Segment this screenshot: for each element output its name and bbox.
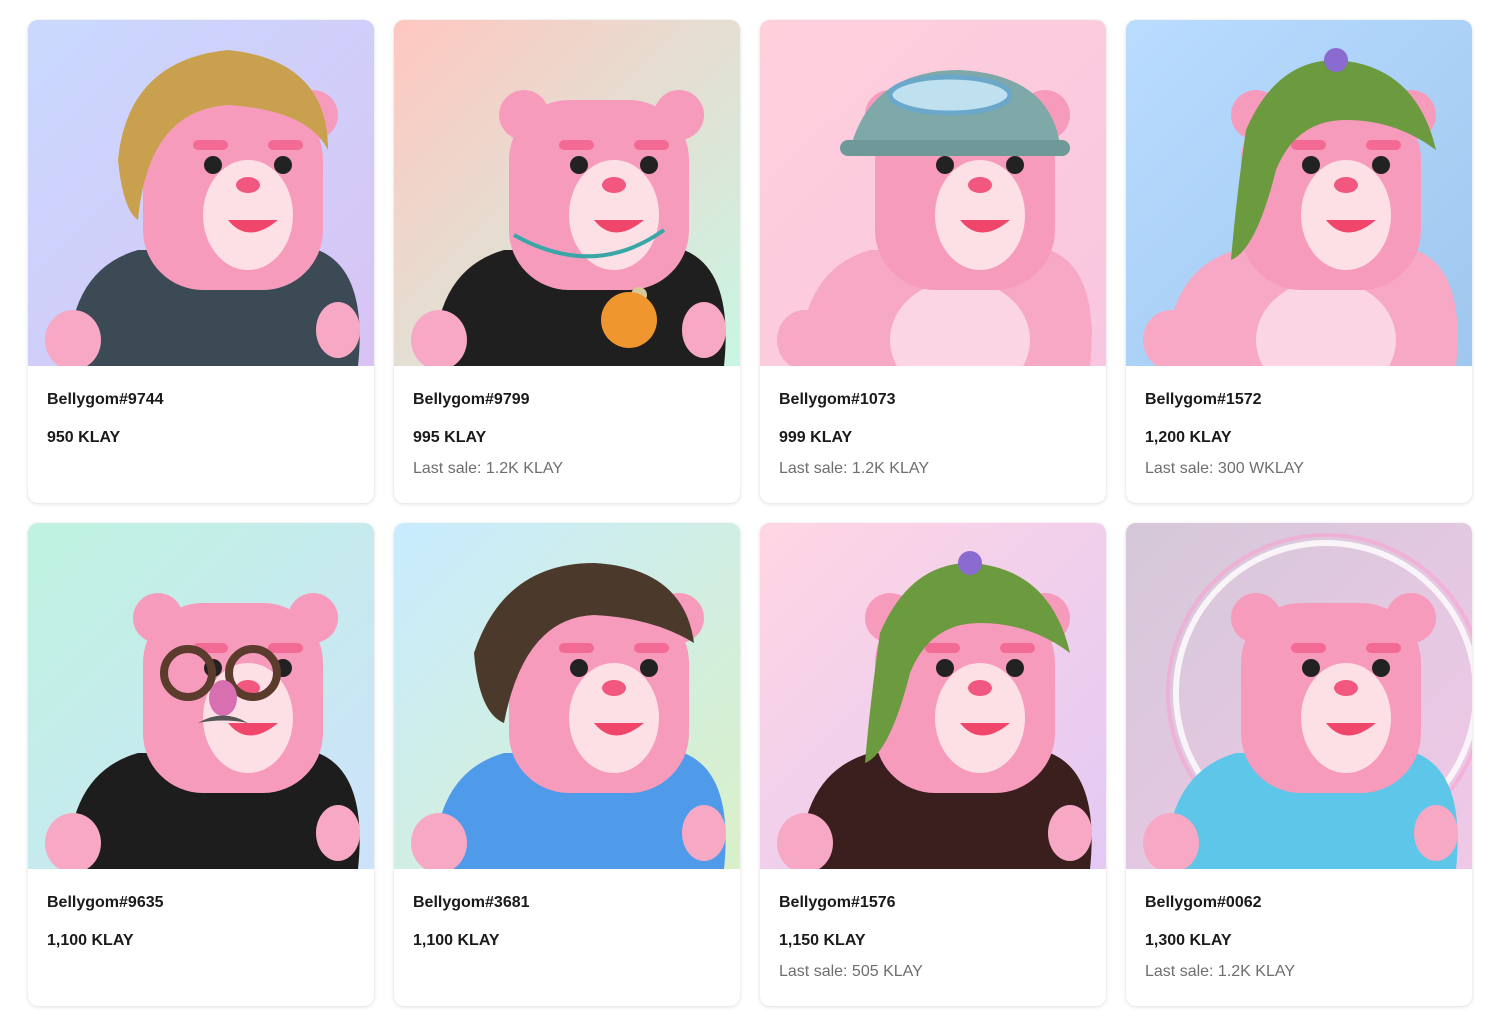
nft-name: Bellygom#9635 bbox=[47, 894, 164, 911]
bear-artwork bbox=[760, 523, 1106, 869]
nft-image bbox=[28, 20, 374, 366]
card-info: Bellygom#0062 1,300 KLAY Last sale: 1.2K… bbox=[1126, 869, 1472, 982]
nft-price: 999 KLAY bbox=[779, 429, 853, 446]
nft-image bbox=[394, 523, 740, 869]
nft-image bbox=[1126, 20, 1472, 366]
nft-card[interactable]: Bellygom#0062 1,300 KLAY Last sale: 1.2K… bbox=[1126, 523, 1472, 1006]
card-info: Bellygom#9744 950 KLAY bbox=[28, 366, 374, 479]
nft-card[interactable]: Bellygom#1576 1,150 KLAY Last sale: 505 … bbox=[760, 523, 1106, 1006]
card-info: Bellygom#1073 999 KLAY Last sale: 1.2K K… bbox=[760, 366, 1106, 479]
nft-card[interactable]: Bellygom#9744 950 KLAY bbox=[28, 20, 374, 503]
nft-card[interactable]: Bellygom#9635 1,100 KLAY bbox=[28, 523, 374, 1006]
nft-card[interactable]: Bellygom#9799 995 KLAY Last sale: 1.2K K… bbox=[394, 20, 740, 503]
nft-name: Bellygom#9744 bbox=[47, 391, 164, 408]
nft-name: Bellygom#9799 bbox=[413, 391, 530, 408]
nft-image bbox=[28, 523, 374, 869]
last-sale: Last sale: 1.2K KLAY bbox=[1145, 963, 1296, 980]
nft-image bbox=[760, 523, 1106, 869]
card-info: Bellygom#9635 1,100 KLAY bbox=[28, 869, 374, 982]
nft-card[interactable]: Bellygom#3681 1,100 KLAY bbox=[394, 523, 740, 1006]
bear-artwork bbox=[394, 523, 740, 869]
nft-name: Bellygom#3681 bbox=[413, 894, 530, 911]
last-sale: Last sale: 1.2K KLAY bbox=[413, 460, 564, 477]
last-sale: Last sale: 1.2K KLAY bbox=[779, 460, 930, 477]
nft-image bbox=[1126, 523, 1472, 869]
nft-grid: Bellygom#9744 950 KLAY Bellygom#9799 995… bbox=[28, 20, 1472, 1006]
nft-price: 995 KLAY bbox=[413, 429, 487, 446]
nft-card[interactable]: Bellygom#1572 1,200 KLAY Last sale: 300 … bbox=[1126, 20, 1472, 503]
nft-image bbox=[760, 20, 1106, 366]
nft-price: 1,150 KLAY bbox=[779, 932, 866, 949]
nft-name: Bellygom#0062 bbox=[1145, 894, 1262, 911]
nft-image bbox=[394, 20, 740, 366]
last-sale: Last sale: 300 WKLAY bbox=[1145, 460, 1304, 477]
nft-name: Bellygom#1572 bbox=[1145, 391, 1262, 408]
bear-artwork bbox=[1126, 20, 1472, 366]
nft-price: 1,300 KLAY bbox=[1145, 932, 1232, 949]
bear-artwork bbox=[28, 20, 374, 366]
nft-name: Bellygom#1576 bbox=[779, 894, 896, 911]
nft-price: 1,100 KLAY bbox=[47, 932, 134, 949]
nft-card[interactable]: Bellygom#1073 999 KLAY Last sale: 1.2K K… bbox=[760, 20, 1106, 503]
nft-price: 950 KLAY bbox=[47, 429, 121, 446]
nft-price: 1,100 KLAY bbox=[413, 932, 500, 949]
bear-artwork bbox=[394, 20, 740, 366]
bear-artwork bbox=[1126, 523, 1472, 869]
card-info: Bellygom#3681 1,100 KLAY bbox=[394, 869, 740, 982]
card-info: Bellygom#1572 1,200 KLAY Last sale: 300 … bbox=[1126, 366, 1472, 479]
nft-name: Bellygom#1073 bbox=[779, 391, 896, 408]
last-sale bbox=[47, 962, 355, 982]
bear-artwork bbox=[28, 523, 374, 869]
card-info: Bellygom#1576 1,150 KLAY Last sale: 505 … bbox=[760, 869, 1106, 982]
last-sale bbox=[47, 459, 355, 479]
nft-price: 1,200 KLAY bbox=[1145, 429, 1232, 446]
card-info: Bellygom#9799 995 KLAY Last sale: 1.2K K… bbox=[394, 366, 740, 479]
last-sale bbox=[413, 962, 721, 982]
bear-artwork bbox=[760, 20, 1106, 366]
last-sale: Last sale: 505 KLAY bbox=[779, 963, 923, 980]
